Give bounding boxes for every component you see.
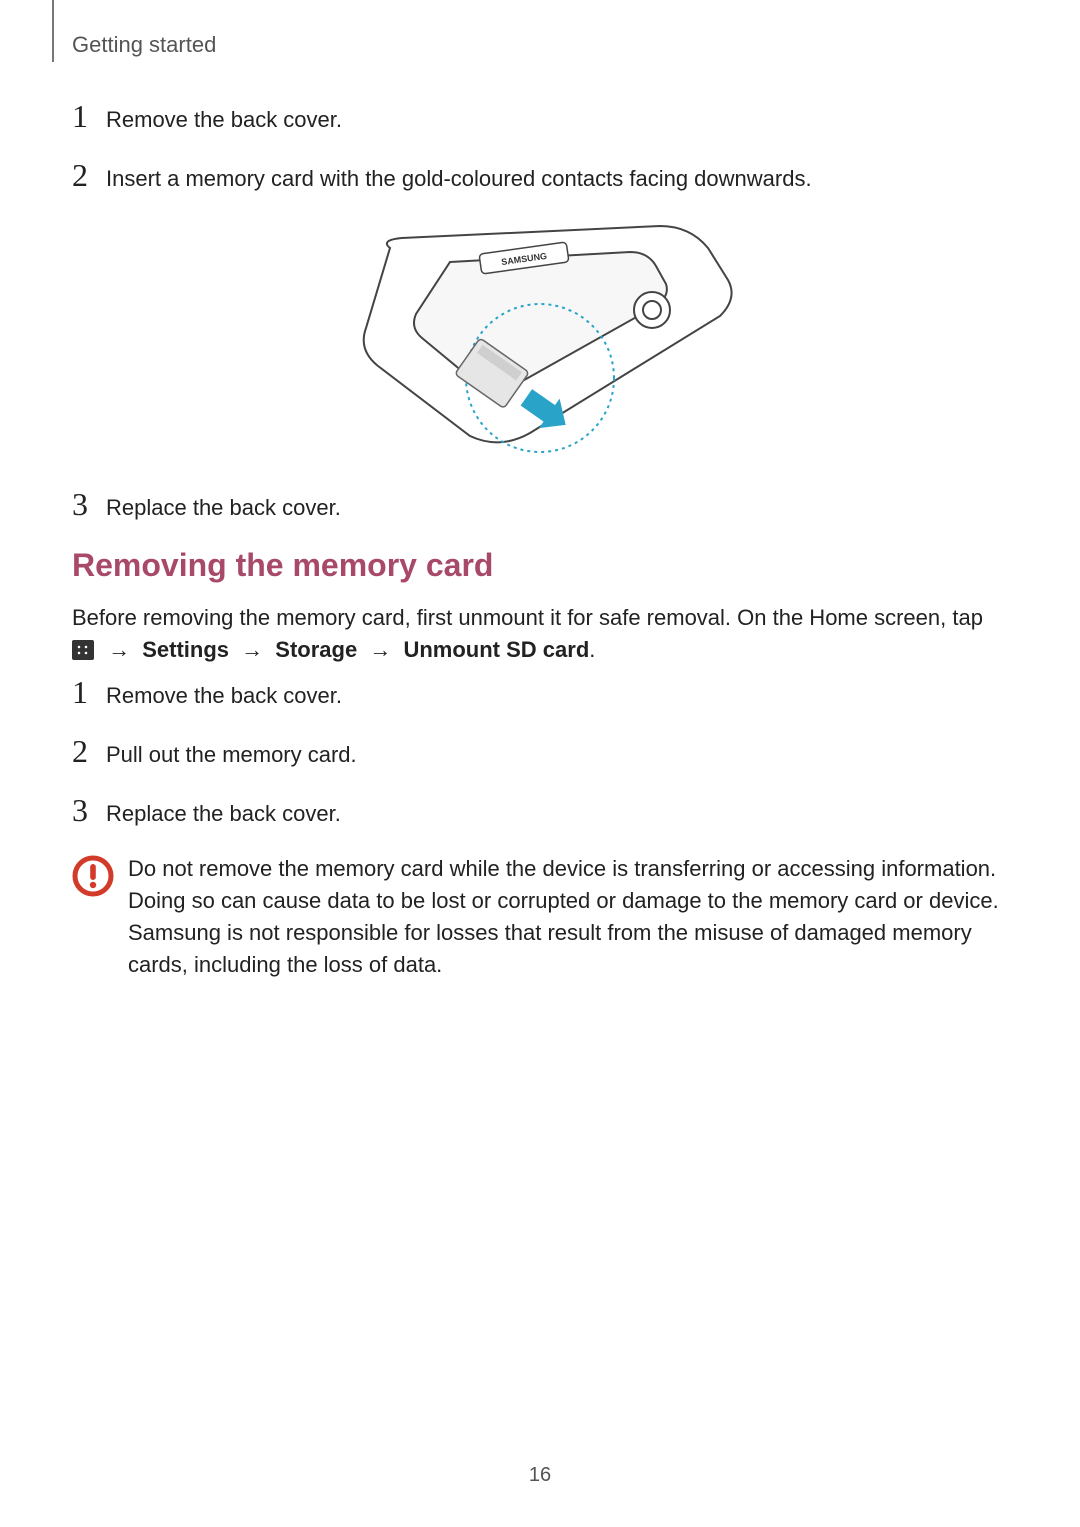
step-item: 3 Replace the back cover. [72, 794, 1008, 829]
nav-item-storage: Storage [275, 637, 357, 662]
arrow-icon: → [108, 634, 130, 666]
step-number: 3 [72, 488, 106, 520]
memory-card-illustration: SAMSUNG [330, 218, 750, 458]
step-number: 3 [72, 794, 106, 826]
intro-text: Before removing the memory card, first u… [72, 605, 983, 630]
step-number: 1 [72, 100, 106, 132]
caution-text: Do not remove the memory card while the … [122, 853, 1008, 981]
apps-grid-icon [72, 637, 94, 657]
page: Getting started 1 Remove the back cover.… [0, 0, 1080, 1527]
step-number: 2 [72, 735, 106, 767]
arrow-icon: → [369, 634, 391, 666]
caution-icon [72, 855, 122, 902]
header-rule [52, 0, 54, 62]
step-number: 2 [72, 159, 106, 191]
steps-list: 1 Remove the back cover. 2 Pull out the … [72, 676, 1008, 829]
nav-item-unmount: Unmount SD card [403, 637, 589, 662]
step-text: Remove the back cover. [106, 677, 342, 711]
page-number: 16 [0, 1464, 1080, 1487]
step-item: 3 Replace the back cover. [72, 488, 1008, 523]
step-text: Insert a memory card with the gold-colou… [106, 160, 812, 194]
caution-note: Do not remove the memory card while the … [72, 853, 1008, 981]
arrow-icon: → [241, 634, 263, 666]
section-heading: Removing the memory card [72, 547, 1008, 584]
step-item: 1 Remove the back cover. [72, 676, 1008, 711]
step-number: 1 [72, 676, 106, 708]
step-text: Replace the back cover. [106, 489, 341, 523]
step-item: 2 Pull out the memory card. [72, 735, 1008, 770]
step-text: Remove the back cover. [106, 101, 342, 135]
step-text: Pull out the memory card. [106, 736, 357, 770]
period: . [589, 637, 595, 662]
step-item: 1 Remove the back cover. [72, 100, 1008, 135]
nav-item-settings: Settings [142, 637, 229, 662]
step-item: 2 Insert a memory card with the gold-col… [72, 159, 1008, 194]
content-area: 1 Remove the back cover. 2 Insert a memo… [72, 100, 1008, 981]
illustration-container: SAMSUNG [72, 218, 1008, 458]
running-header: Getting started [72, 32, 216, 58]
intro-paragraph: Before removing the memory card, first u… [72, 602, 1008, 666]
step-text: Replace the back cover. [106, 795, 341, 829]
